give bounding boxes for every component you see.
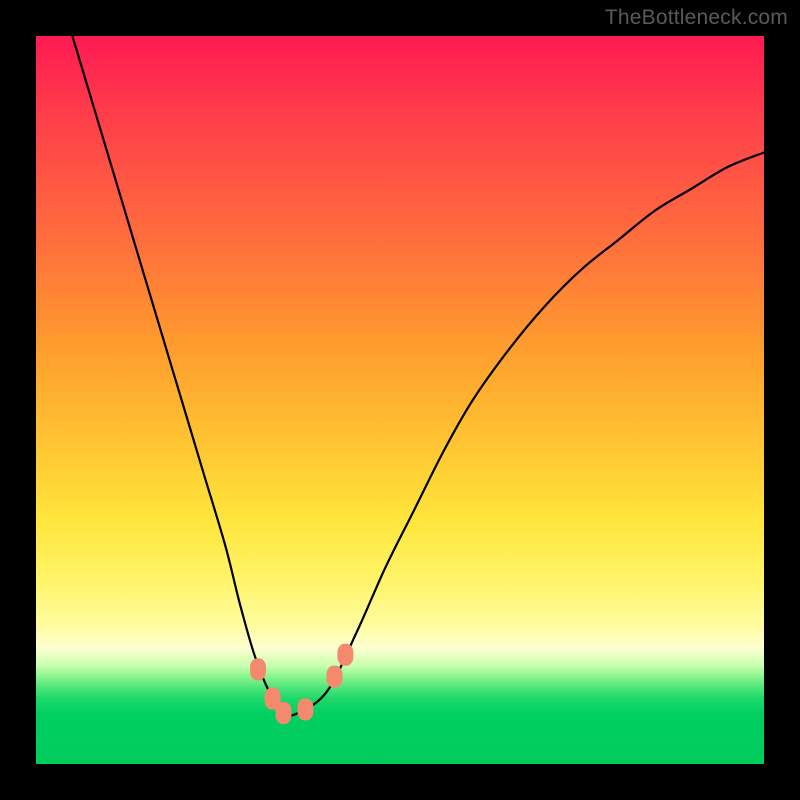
plot-area [36,36,764,764]
marker-right-2 [337,644,353,666]
marker-left-1 [250,658,266,680]
bottleneck-curve [72,36,764,716]
marker-bottom-2 [297,698,313,720]
chart-svg [36,36,764,764]
curve-group [72,36,764,716]
chart-frame: TheBottleneck.com [0,0,800,800]
marker-bottom-1 [276,702,292,724]
watermark-text: TheBottleneck.com [605,6,788,30]
marker-right-1 [327,666,343,688]
